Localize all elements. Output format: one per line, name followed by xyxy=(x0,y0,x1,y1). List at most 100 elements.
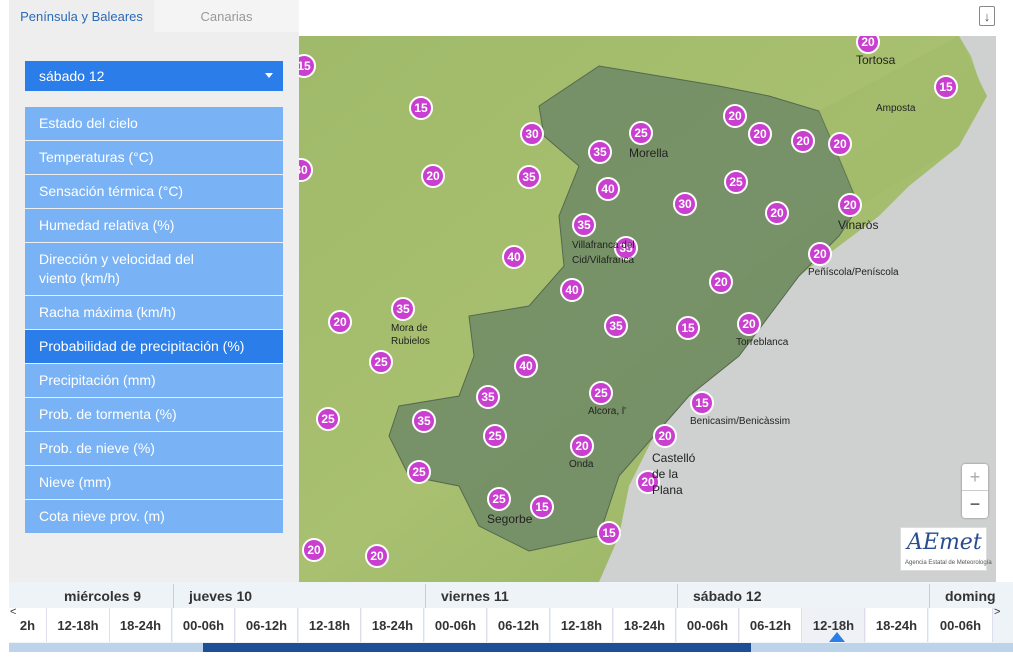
timeline-next-button[interactable]: > xyxy=(994,606,1000,618)
forecast-marker[interactable]: 25 xyxy=(316,407,340,431)
zoom-in-button[interactable]: + xyxy=(962,464,988,491)
forecast-marker[interactable]: 20 xyxy=(737,312,761,336)
forecast-marker[interactable]: 25 xyxy=(724,170,748,194)
forecast-marker[interactable]: 20 xyxy=(791,129,815,153)
forecast-marker[interactable]: 15 xyxy=(530,495,554,519)
forecast-marker[interactable]: 20 xyxy=(570,434,594,458)
place-label: Segorbe xyxy=(487,512,533,526)
forecast-marker[interactable]: 20 xyxy=(808,242,832,266)
forecast-marker[interactable]: 20 xyxy=(328,310,352,334)
forecast-marker[interactable]: 40 xyxy=(596,177,620,201)
forecast-marker[interactable]: 25 xyxy=(629,121,653,145)
time-slot[interactable]: 12-18h xyxy=(299,608,361,642)
forecast-marker[interactable]: 25 xyxy=(589,381,613,405)
forecast-marker[interactable]: 40 xyxy=(514,354,538,378)
download-icon[interactable]: ↓ xyxy=(979,6,995,26)
place-label: Peñíscola/Peníscola xyxy=(808,267,899,278)
time-slot[interactable]: 18-24h xyxy=(110,608,172,642)
zoom-out-button[interactable]: − xyxy=(962,491,988,518)
forecast-marker[interactable]: 20 xyxy=(723,104,747,128)
forecast-marker[interactable]: 20 xyxy=(838,193,862,217)
place-label: Amposta xyxy=(876,103,916,114)
map[interactable]: 20 15 15 15 30 25 20 20 20 20 35 30 20 3… xyxy=(299,36,996,582)
place-label: Benicasim/Benicàssim xyxy=(690,416,791,427)
time-slot[interactable]: 18-24h xyxy=(866,608,928,642)
place-label: Tortosa xyxy=(856,53,896,67)
menu-item-cota-nieve[interactable]: Cota nieve prov. (m) xyxy=(25,500,283,533)
menu-item-prob-tormenta[interactable]: Prob. de tormenta (%) xyxy=(25,398,283,431)
zoom-control: + − xyxy=(962,464,988,518)
forecast-marker[interactable]: 30 xyxy=(673,192,697,216)
time-slot[interactable]: 18-24h xyxy=(614,608,676,642)
time-slot[interactable]: 12-18h xyxy=(47,608,110,642)
forecast-marker[interactable]: 35 xyxy=(391,297,415,321)
time-slot[interactable]: 06-12h xyxy=(488,608,550,642)
forecast-marker[interactable]: 15 xyxy=(597,521,621,545)
time-slot[interactable]: 12-18h xyxy=(551,608,613,642)
forecast-marker[interactable]: 35 xyxy=(476,385,500,409)
forecast-marker[interactable]: 25 xyxy=(487,487,511,511)
forecast-marker[interactable]: 35 xyxy=(588,140,612,164)
menu-item-sensacion-termica[interactable]: Sensación térmica (°C) xyxy=(25,175,283,208)
menu-item-prob-nieve[interactable]: Prob. de nieve (%) xyxy=(25,432,283,465)
place-label: Mora de Rubielos xyxy=(391,323,430,347)
forecast-marker[interactable]: 20 xyxy=(365,544,389,568)
variable-menu: Estado del cielo Temperaturas (°C) Sensa… xyxy=(25,107,283,534)
tab-peninsula[interactable]: Península y Baleares xyxy=(9,0,154,32)
forecast-marker[interactable]: 20 xyxy=(765,201,789,225)
menu-item-estado-cielo[interactable]: Estado del cielo xyxy=(25,107,283,140)
day-label: sábado 12 xyxy=(693,588,762,604)
forecast-marker[interactable]: 25 xyxy=(483,424,507,448)
timeline-scrollbar-thumb[interactable] xyxy=(203,643,751,652)
time-slot[interactable]: 06-12h xyxy=(236,608,298,642)
forecast-marker[interactable]: 40 xyxy=(560,278,584,302)
tab-canarias[interactable]: Canarias xyxy=(154,0,299,32)
time-slot[interactable]: 00-06h xyxy=(677,608,739,642)
menu-item-prob-precipitacion[interactable]: Probabilidad de precipitación (%) xyxy=(25,330,283,363)
forecast-marker[interactable]: 40 xyxy=(502,245,526,269)
aemet-logo: AEmet Agencia Estatal de Meteorología xyxy=(900,527,992,571)
forecast-marker[interactable]: 15 xyxy=(676,316,700,340)
time-slot[interactable]: 00-06h xyxy=(425,608,487,642)
day-divider xyxy=(425,584,426,608)
forecast-marker[interactable]: 35 xyxy=(412,409,436,433)
forecast-marker[interactable]: 20 xyxy=(302,538,326,562)
day-select-value: sábado 12 xyxy=(39,68,105,84)
forecast-marker[interactable]: 30 xyxy=(520,122,544,146)
place-label: Onda xyxy=(569,459,594,470)
day-label: jueves 10 xyxy=(189,588,253,604)
forecast-marker[interactable]: 35 xyxy=(604,314,628,338)
timeline-prev-button[interactable]: < xyxy=(10,606,16,618)
time-slot[interactable]: 06-12h xyxy=(740,608,802,642)
menu-item-temperaturas[interactable]: Temperaturas (°C) xyxy=(25,141,283,174)
forecast-marker[interactable]: 35 xyxy=(572,213,596,237)
menu-item-precipitacion[interactable]: Precipitación (mm) xyxy=(25,364,283,397)
forecast-marker[interactable]: 20 xyxy=(828,132,852,156)
time-slot[interactable]: 00-06h xyxy=(929,608,993,642)
day-select[interactable]: sábado 12 xyxy=(25,61,283,91)
forecast-marker[interactable]: 15 xyxy=(934,75,958,99)
menu-item-racha[interactable]: Racha máxima (km/h) xyxy=(25,296,283,329)
day-divider xyxy=(677,584,678,608)
time-slot[interactable]: 00-06h xyxy=(173,608,235,642)
day-label: viernes 11 xyxy=(441,588,509,604)
place-label: Alcora, l' xyxy=(588,406,627,417)
forecast-marker[interactable]: 20 xyxy=(748,122,772,146)
forecast-marker[interactable]: 15 xyxy=(409,96,433,120)
place-label: Vinaròs xyxy=(838,218,879,232)
forecast-marker[interactable]: 15 xyxy=(690,391,714,415)
forecast-marker[interactable]: 25 xyxy=(407,460,431,484)
menu-item-nieve[interactable]: Nieve (mm) xyxy=(25,466,283,499)
menu-item-viento[interactable]: Dirección y velocidad del viento (km/h) xyxy=(25,243,283,295)
forecast-marker[interactable]: 20 xyxy=(653,424,677,448)
place-label: Torreblanca xyxy=(736,337,789,348)
forecast-marker[interactable]: 20 xyxy=(421,164,445,188)
chevron-down-icon xyxy=(265,73,273,78)
time-slot[interactable]: 18-24h xyxy=(362,608,424,642)
forecast-marker[interactable]: 25 xyxy=(369,350,393,374)
region-tabs: Península y Baleares Canarias xyxy=(9,0,299,32)
menu-item-humedad[interactable]: Humedad relativa (%) xyxy=(25,209,283,242)
forecast-marker[interactable]: 35 xyxy=(517,165,541,189)
forecast-marker[interactable]: 20 xyxy=(709,270,733,294)
place-label: Villafranca del Cid/Vilafranca xyxy=(572,240,635,266)
